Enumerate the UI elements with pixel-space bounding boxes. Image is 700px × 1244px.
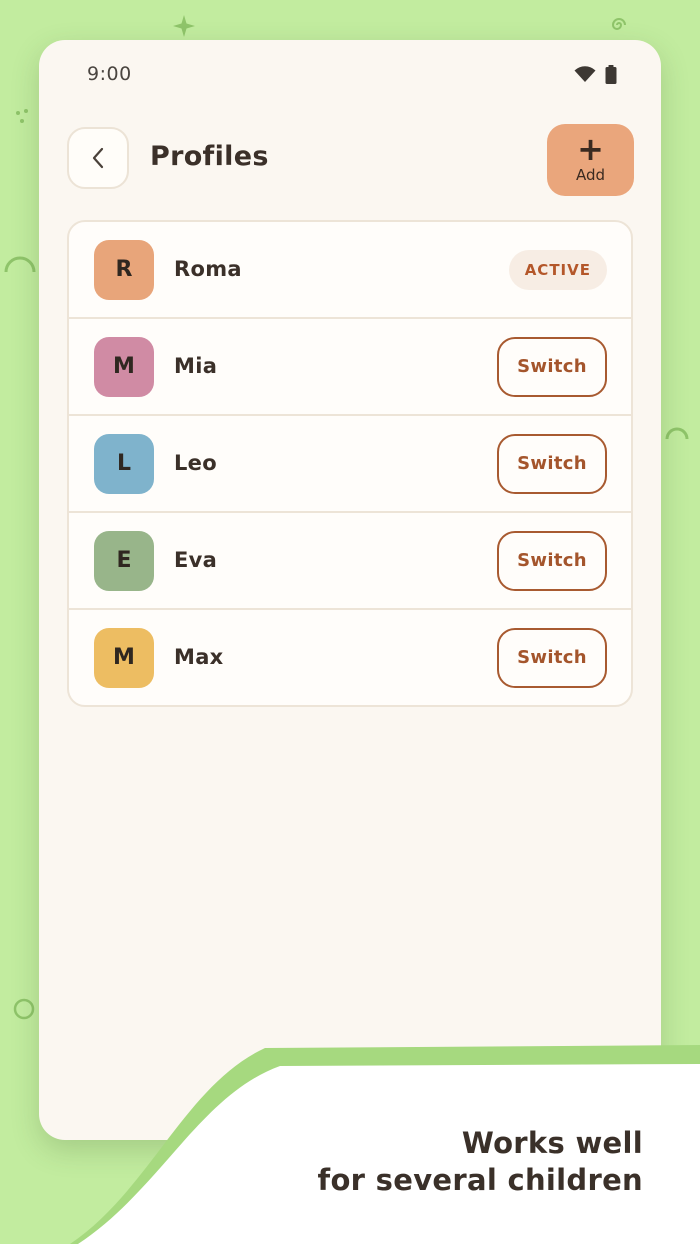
avatar: M xyxy=(94,336,154,397)
wifi-icon xyxy=(574,66,596,82)
profile-name: Roma xyxy=(174,256,242,281)
phone-screen: 9:00 Profiles + Add R Roma ACTIVE M Mia … xyxy=(39,40,661,1140)
profile-row-max[interactable]: M Max Switch xyxy=(69,608,631,705)
tagline-line-2: for several children xyxy=(317,1163,643,1197)
profile-list: R Roma ACTIVE M Mia Switch L Leo Switch … xyxy=(67,220,633,707)
dots-decoration xyxy=(16,109,28,123)
switch-button[interactable]: Switch xyxy=(497,433,607,494)
switch-button[interactable]: Switch xyxy=(497,530,607,591)
profile-name: Max xyxy=(174,644,224,669)
header: Profiles + Add xyxy=(39,124,661,197)
profile-name: Leo xyxy=(174,450,217,475)
circle-decoration xyxy=(13,998,35,1020)
arc-decoration xyxy=(665,427,689,440)
profile-row-mia[interactable]: M Mia Switch xyxy=(69,317,631,414)
status-bar: 9:00 xyxy=(39,40,661,110)
switch-button[interactable]: Switch xyxy=(497,627,607,688)
profile-name: Mia xyxy=(174,353,218,378)
sparkle-decoration xyxy=(173,15,195,37)
avatar: L xyxy=(94,433,154,494)
avatar: E xyxy=(94,530,154,591)
switch-button[interactable]: Switch xyxy=(497,336,607,397)
arc-decoration xyxy=(4,256,36,273)
active-badge: ACTIVE xyxy=(508,249,607,290)
plus-icon: + xyxy=(577,130,604,168)
profile-name: Eva xyxy=(174,547,218,572)
tagline: Works well for several children xyxy=(318,1125,643,1199)
add-button-label: Add xyxy=(575,166,606,184)
profile-row-eva[interactable]: E Eva Switch xyxy=(69,511,631,608)
back-button[interactable] xyxy=(67,127,129,189)
page-title: Profiles xyxy=(150,141,269,172)
profile-row-roma[interactable]: R Roma ACTIVE xyxy=(69,222,631,317)
spiral-decoration xyxy=(611,18,626,30)
status-time: 9:00 xyxy=(87,63,132,85)
add-profile-button[interactable]: + Add xyxy=(547,124,634,196)
battery-icon xyxy=(605,65,617,84)
avatar: R xyxy=(94,239,154,300)
chevron-left-icon xyxy=(92,147,104,169)
avatar: M xyxy=(94,627,154,688)
profile-row-leo[interactable]: L Leo Switch xyxy=(69,414,631,511)
status-icons xyxy=(574,65,617,84)
tagline-line-1: Works well xyxy=(461,1126,643,1160)
